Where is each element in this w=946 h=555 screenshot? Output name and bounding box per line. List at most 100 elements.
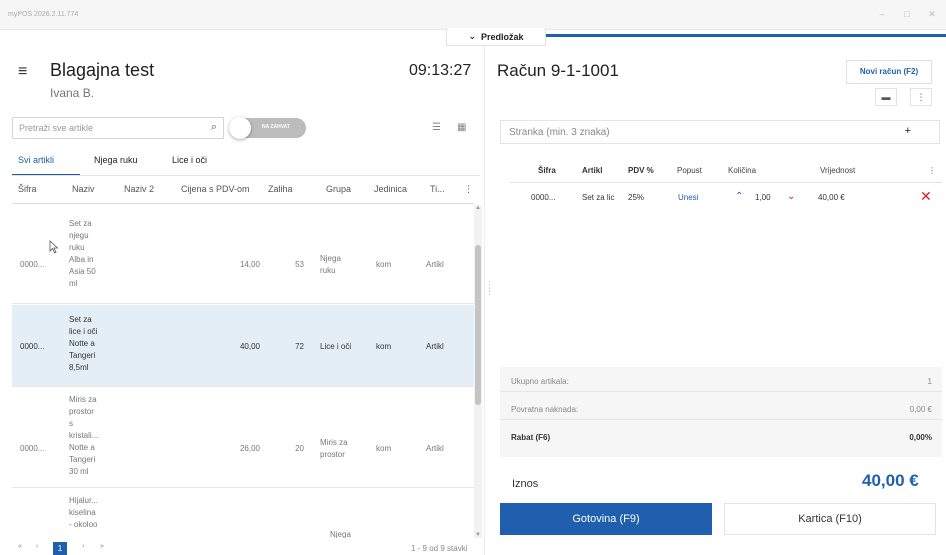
- invoice-title: Račun 9-1-1001: [497, 61, 619, 80]
- cell-group: Njega ruku: [320, 254, 341, 275]
- search-input[interactable]: Pretraži sve artikle ⌕: [12, 117, 224, 139]
- line-value: 40,00 €: [818, 193, 845, 202]
- scroll-down-icon[interactable]: ▼: [474, 532, 482, 538]
- cell-price: 14,00: [239, 260, 260, 269]
- template-tab-label: Predložak: [481, 31, 524, 42]
- scroll-up-icon[interactable]: ▲: [474, 205, 482, 211]
- cell-type: Artikl: [426, 342, 444, 351]
- rcol-value[interactable]: Vrijednost: [820, 166, 855, 175]
- total-items-label: Ukupno artikala:: [511, 377, 569, 386]
- title-bar: myPOS 2026.2.11.774 – □ ✕: [0, 0, 946, 30]
- table-row-selected[interactable]: 0000... Set za lice i oči Notte a Tangeri 8,…: [12, 305, 474, 387]
- first-page-icon[interactable]: «: [18, 543, 22, 550]
- rebate-row[interactable]: Rabat (F6) 0,00%: [500, 426, 942, 448]
- rcol-code[interactable]: Šifra: [538, 166, 556, 175]
- pager-count: 1 - 9 od 9 stavki: [411, 544, 468, 553]
- quantity-up-icon[interactable]: ⌃: [735, 191, 743, 202]
- cell-type: Artikl: [426, 260, 444, 269]
- discount-link[interactable]: Unesi: [678, 193, 698, 202]
- customer-placeholder: Stranka (min. 3 znaka): [509, 127, 610, 138]
- amount-label: Iznos: [512, 478, 539, 490]
- col-stock[interactable]: Zaliha: [268, 184, 293, 194]
- cash-button[interactable]: Gotovina (F9): [500, 503, 712, 535]
- tab-all-items[interactable]: Svi artikli: [18, 155, 54, 165]
- cell-unit: kom: [376, 444, 392, 453]
- customer-input[interactable]: Stranka (min. 3 znaka) +: [500, 120, 940, 144]
- delete-line-icon[interactable]: ✕: [920, 188, 932, 205]
- col-type[interactable]: Ti...: [430, 184, 445, 194]
- list-view-icon[interactable]: ☰: [432, 122, 441, 133]
- cell-name: Hijalur... kiselina - okoloo: [69, 496, 98, 529]
- tab-hand-care[interactable]: Njega ruku: [94, 155, 138, 165]
- quantity-down-icon[interactable]: ⌄: [787, 191, 795, 202]
- cell-name: Set za njegu ruku Alba in Asia 50 ml: [69, 219, 96, 288]
- menu-icon[interactable]: ≡: [18, 63, 27, 81]
- col-name[interactable]: Naziv: [72, 184, 95, 194]
- rcol-quantity[interactable]: Količina: [728, 166, 756, 175]
- rcol-article[interactable]: Artikl: [582, 166, 602, 175]
- table-row[interactable]: Hijalur... kiselina - okoloo Njega: [12, 489, 474, 538]
- card-button[interactable]: Kartica (F10): [724, 503, 936, 535]
- toggle-knob: [229, 117, 251, 139]
- col-price[interactable]: Cijena s PDV-om: [181, 184, 250, 194]
- cell-stock: 53: [295, 260, 304, 269]
- cell-name: Miris za prostor s kristali... Notte a Tanger…: [69, 395, 99, 476]
- search-icon[interactable]: ⌕: [211, 121, 217, 134]
- line-quantity[interactable]: 1,00: [755, 193, 771, 202]
- line-vat: 25%: [628, 193, 645, 202]
- next-page-icon[interactable]: ›: [82, 543, 84, 550]
- mouse-cursor-icon: [49, 240, 59, 254]
- col-unit[interactable]: Jedinica: [374, 184, 407, 194]
- more-options-icon[interactable]: ⋮: [910, 88, 932, 106]
- prev-page-icon[interactable]: ‹: [36, 543, 38, 550]
- table-scrollbar[interactable]: ▲ ▼: [474, 205, 482, 538]
- cell-price: 40,00: [239, 342, 260, 351]
- column-menu-icon[interactable]: ⋮: [464, 184, 473, 195]
- clock: 09:13:27: [409, 62, 472, 79]
- tab-face-eyes[interactable]: Lice i oči: [172, 155, 207, 165]
- accent-line: [546, 34, 946, 37]
- cell-name: Set za lice i oči Notte a Tangeri 8,5ml: [69, 315, 98, 372]
- cell-price: 26,00: [239, 444, 260, 453]
- col-name2[interactable]: Naziv 2: [124, 184, 154, 194]
- new-invoice-button[interactable]: Novi račun (F2): [846, 60, 932, 84]
- rheader-divider: [510, 182, 942, 183]
- col-code[interactable]: Šifra: [18, 184, 37, 194]
- table-row[interactable]: 0000... Miris za prostor s kristali... Notte…: [12, 388, 474, 488]
- total-items-value: 1: [927, 377, 932, 386]
- line-article: Set za lic: [582, 193, 615, 202]
- cell-unit: kom: [376, 260, 392, 269]
- col-group[interactable]: Grupa: [326, 184, 351, 194]
- cell-unit: kom: [376, 342, 392, 351]
- search-placeholder: Pretraži sve artikle: [19, 123, 94, 133]
- cell-code: 0000...: [20, 444, 45, 453]
- scroll-thumb[interactable]: [475, 245, 481, 405]
- cell-stock: 72: [295, 342, 304, 351]
- rcol-menu-icon[interactable]: ⋮: [928, 166, 936, 175]
- maximize-icon[interactable]: □: [900, 9, 914, 19]
- totals-panel: Ukupno artikala: 1 Povratna naknada: 0,0…: [500, 367, 942, 457]
- pickup-toggle[interactable]: NA ZAHVAT: [229, 117, 306, 139]
- return-fee-row: Povratna naknada: 0,00 €: [500, 398, 942, 420]
- resize-grip-icon[interactable]: ⋮ ⋮: [485, 281, 494, 296]
- page-current[interactable]: 1: [53, 542, 67, 555]
- note-icon[interactable]: ▬: [875, 88, 897, 106]
- return-fee-label: Povratna naknada:: [511, 405, 579, 414]
- rcol-discount[interactable]: Popust: [677, 166, 702, 175]
- minimize-icon[interactable]: –: [875, 9, 889, 19]
- tabs-divider: [12, 175, 480, 176]
- cell-code: 0000...: [20, 260, 45, 269]
- template-tab[interactable]: ⌄ Predložak: [446, 28, 546, 46]
- cell-group: Lice i oči: [320, 342, 352, 351]
- user-name: Ivana B.: [50, 86, 95, 100]
- chevron-down-icon: ⌄: [468, 31, 476, 41]
- add-customer-icon[interactable]: +: [905, 125, 911, 137]
- table-row[interactable]: 0000... Set za njegu ruku Alba in Asia 50 ml …: [12, 204, 474, 304]
- close-icon[interactable]: ✕: [925, 9, 939, 20]
- rcol-vat[interactable]: PDV %: [628, 166, 654, 175]
- app-title: myPOS 2026.2.11.774: [8, 11, 79, 18]
- line-code: 0000...: [531, 193, 556, 202]
- last-page-icon[interactable]: »: [100, 543, 104, 550]
- total-items-row: Ukupno artikala: 1: [500, 370, 942, 392]
- grid-view-icon[interactable]: ▦: [457, 122, 466, 133]
